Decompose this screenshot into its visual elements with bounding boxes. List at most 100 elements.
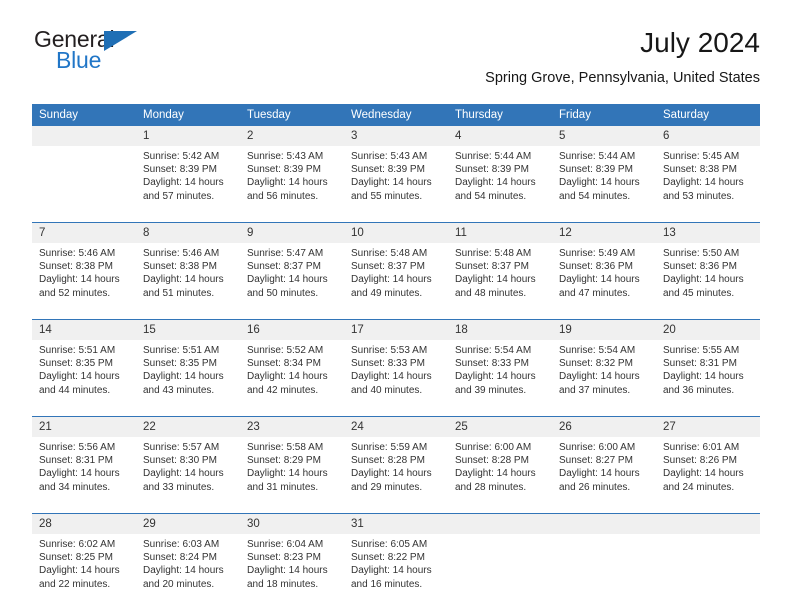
day-daylight-line: Daylight: 14 hours bbox=[143, 371, 224, 383]
weekday-header-tuesday: Tuesday bbox=[240, 104, 344, 126]
day-daylight-line: and 53 minutes. bbox=[663, 190, 735, 202]
general-blue-logo[interactable]: General Blue bbox=[32, 26, 252, 82]
day-number[interactable]: 5 bbox=[552, 126, 656, 146]
day-cell[interactable]: Sunrise: 5:59 AM Sunset: 8:28 PM Daylight:… bbox=[344, 437, 448, 514]
day-daylight-line: Daylight: 14 hours bbox=[559, 371, 640, 383]
day-cell[interactable]: Sunrise: 5:54 AM Sunset: 8:33 PM Daylight:… bbox=[448, 340, 552, 417]
day-number[interactable]: 16 bbox=[240, 320, 344, 340]
day-number[interactable]: 17 bbox=[344, 320, 448, 340]
day-cell[interactable]: Sunrise: 6:05 AM Sunset: 8:22 PM Daylight:… bbox=[344, 534, 448, 610]
day-sunset-line: Sunset: 8:39 PM bbox=[559, 164, 633, 176]
day-number[interactable]: 21 bbox=[32, 417, 136, 437]
day-sunrise-line: Sunrise: 5:42 AM bbox=[143, 151, 220, 162]
day-cell[interactable]: Sunrise: 5:44 AM Sunset: 8:39 PM Daylight:… bbox=[448, 146, 552, 223]
day-number[interactable]: 1 bbox=[136, 126, 240, 146]
weekday-header-monday: Monday bbox=[136, 104, 240, 126]
day-number[interactable]: 24 bbox=[344, 417, 448, 437]
day-cell[interactable]: Sunrise: 5:57 AM Sunset: 8:30 PM Daylight:… bbox=[136, 437, 240, 514]
day-daylight-line: and 29 minutes. bbox=[351, 481, 423, 493]
day-number[interactable]: 11 bbox=[448, 223, 552, 243]
day-daylight-line: Daylight: 14 hours bbox=[663, 468, 744, 480]
day-cell[interactable]: Sunrise: 5:42 AM Sunset: 8:39 PM Daylight:… bbox=[136, 146, 240, 223]
weekday-header-row: Sunday Monday Tuesday Wednesday Thursday… bbox=[32, 104, 760, 126]
day-daylight-line: Daylight: 14 hours bbox=[559, 274, 640, 286]
day-number[interactable]: 22 bbox=[136, 417, 240, 437]
page-header: General Blue July 2024 Spring Grove, Pen… bbox=[32, 26, 760, 96]
day-cell[interactable]: Sunrise: 5:48 AM Sunset: 8:37 PM Daylight:… bbox=[344, 243, 448, 320]
day-cell-empty bbox=[32, 146, 136, 223]
day-daylight-line: and 43 minutes. bbox=[143, 384, 215, 396]
day-number[interactable]: 4 bbox=[448, 126, 552, 146]
day-daylight-line: Daylight: 14 hours bbox=[455, 468, 536, 480]
day-cell[interactable]: Sunrise: 6:04 AM Sunset: 8:23 PM Daylight:… bbox=[240, 534, 344, 610]
day-cell[interactable]: Sunrise: 5:44 AM Sunset: 8:39 PM Daylight:… bbox=[552, 146, 656, 223]
day-cell[interactable]: Sunrise: 5:49 AM Sunset: 8:36 PM Daylight:… bbox=[552, 243, 656, 320]
day-sunset-line: Sunset: 8:31 PM bbox=[39, 455, 113, 467]
day-number[interactable]: 12 bbox=[552, 223, 656, 243]
day-number[interactable]: 30 bbox=[240, 514, 344, 534]
day-number[interactable]: 26 bbox=[552, 417, 656, 437]
day-number[interactable]: 2 bbox=[240, 126, 344, 146]
day-cell[interactable]: Sunrise: 5:45 AM Sunset: 8:38 PM Daylight:… bbox=[656, 146, 760, 223]
day-daylight-line: and 55 minutes. bbox=[351, 190, 423, 202]
day-cell[interactable]: Sunrise: 5:54 AM Sunset: 8:32 PM Daylight:… bbox=[552, 340, 656, 417]
day-number[interactable]: 18 bbox=[448, 320, 552, 340]
day-daylight-line: Daylight: 14 hours bbox=[39, 565, 120, 577]
day-number[interactable]: 27 bbox=[656, 417, 760, 437]
weekday-header-wednesday: Wednesday bbox=[344, 104, 448, 126]
calendar-daynumber-row: 21 22 23 24 25 26 27 bbox=[32, 417, 760, 437]
day-sunset-line: Sunset: 8:26 PM bbox=[663, 455, 737, 467]
day-number[interactable]: 7 bbox=[32, 223, 136, 243]
day-sunrise-line: Sunrise: 5:56 AM bbox=[39, 442, 116, 453]
day-cell[interactable]: Sunrise: 6:02 AM Sunset: 8:25 PM Daylight:… bbox=[32, 534, 136, 610]
day-cell[interactable]: Sunrise: 6:03 AM Sunset: 8:24 PM Daylight:… bbox=[136, 534, 240, 610]
day-cell[interactable]: Sunrise: 5:46 AM Sunset: 8:38 PM Daylight:… bbox=[136, 243, 240, 320]
day-daylight-line: Daylight: 14 hours bbox=[143, 565, 224, 577]
day-sunrise-line: Sunrise: 5:44 AM bbox=[455, 151, 532, 162]
day-daylight-line: Daylight: 14 hours bbox=[351, 371, 432, 383]
day-daylight-line: Daylight: 14 hours bbox=[351, 565, 432, 577]
day-number[interactable]: 19 bbox=[552, 320, 656, 340]
day-daylight-line: and 34 minutes. bbox=[39, 481, 111, 493]
day-number[interactable]: 15 bbox=[136, 320, 240, 340]
day-cell[interactable]: Sunrise: 6:01 AM Sunset: 8:26 PM Daylight:… bbox=[656, 437, 760, 514]
day-daylight-line: and 42 minutes. bbox=[247, 384, 319, 396]
day-cell[interactable]: Sunrise: 5:53 AM Sunset: 8:33 PM Daylight:… bbox=[344, 340, 448, 417]
day-number[interactable]: 20 bbox=[656, 320, 760, 340]
day-cell[interactable]: Sunrise: 5:43 AM Sunset: 8:39 PM Daylight:… bbox=[240, 146, 344, 223]
day-cell[interactable]: Sunrise: 5:55 AM Sunset: 8:31 PM Daylight:… bbox=[656, 340, 760, 417]
day-cell[interactable]: Sunrise: 5:56 AM Sunset: 8:31 PM Daylight:… bbox=[32, 437, 136, 514]
day-number[interactable]: 23 bbox=[240, 417, 344, 437]
day-cell[interactable]: Sunrise: 6:00 AM Sunset: 8:27 PM Daylight:… bbox=[552, 437, 656, 514]
day-sunrise-line: Sunrise: 5:50 AM bbox=[663, 248, 740, 259]
day-number[interactable]: 10 bbox=[344, 223, 448, 243]
day-cell[interactable]: Sunrise: 6:00 AM Sunset: 8:28 PM Daylight:… bbox=[448, 437, 552, 514]
day-sunrise-line: Sunrise: 5:53 AM bbox=[351, 345, 428, 356]
day-number[interactable]: 6 bbox=[656, 126, 760, 146]
weekday-header-thursday: Thursday bbox=[448, 104, 552, 126]
day-daylight-line: Daylight: 14 hours bbox=[663, 274, 744, 286]
day-number[interactable]: 28 bbox=[32, 514, 136, 534]
day-daylight-line: Daylight: 14 hours bbox=[247, 371, 328, 383]
day-number[interactable]: 3 bbox=[344, 126, 448, 146]
day-number[interactable]: 31 bbox=[344, 514, 448, 534]
day-cell[interactable]: Sunrise: 5:50 AM Sunset: 8:36 PM Daylight:… bbox=[656, 243, 760, 320]
day-number[interactable]: 8 bbox=[136, 223, 240, 243]
day-cell[interactable]: Sunrise: 5:46 AM Sunset: 8:38 PM Daylight:… bbox=[32, 243, 136, 320]
day-number[interactable]: 29 bbox=[136, 514, 240, 534]
day-number[interactable]: 13 bbox=[656, 223, 760, 243]
day-sunset-line: Sunset: 8:32 PM bbox=[559, 358, 633, 370]
day-cell[interactable]: Sunrise: 5:51 AM Sunset: 8:35 PM Daylight:… bbox=[32, 340, 136, 417]
day-cell[interactable]: Sunrise: 5:43 AM Sunset: 8:39 PM Daylight:… bbox=[344, 146, 448, 223]
day-number[interactable]: 25 bbox=[448, 417, 552, 437]
day-daylight-line: and 26 minutes. bbox=[559, 481, 631, 493]
day-cell[interactable]: Sunrise: 5:48 AM Sunset: 8:37 PM Daylight:… bbox=[448, 243, 552, 320]
day-number[interactable]: 9 bbox=[240, 223, 344, 243]
day-daylight-line: Daylight: 14 hours bbox=[455, 177, 536, 189]
day-cell[interactable]: Sunrise: 5:51 AM Sunset: 8:35 PM Daylight:… bbox=[136, 340, 240, 417]
day-number[interactable]: 14 bbox=[32, 320, 136, 340]
day-cell[interactable]: Sunrise: 5:47 AM Sunset: 8:37 PM Daylight:… bbox=[240, 243, 344, 320]
day-cell[interactable]: Sunrise: 5:58 AM Sunset: 8:29 PM Daylight:… bbox=[240, 437, 344, 514]
day-cell[interactable]: Sunrise: 5:52 AM Sunset: 8:34 PM Daylight:… bbox=[240, 340, 344, 417]
calendar-daynumber-row: 123456 bbox=[32, 126, 760, 146]
